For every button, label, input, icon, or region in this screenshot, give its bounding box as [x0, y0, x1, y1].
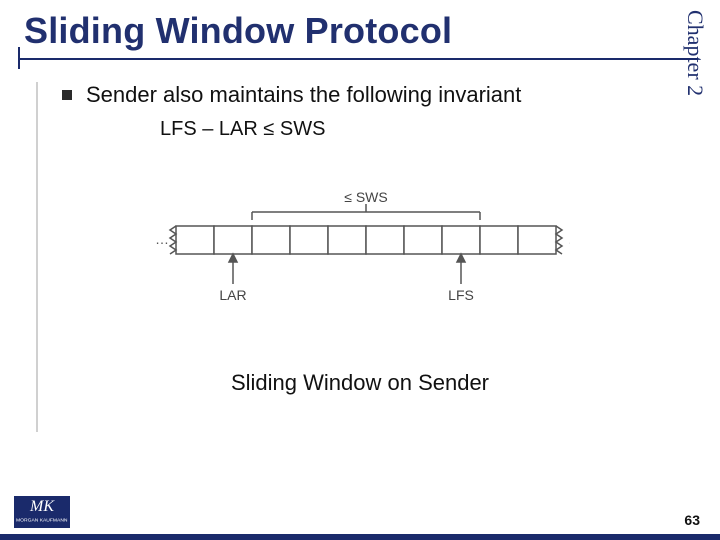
slide-title: Sliding Window Protocol [24, 10, 452, 52]
square-bullet-icon [62, 90, 72, 100]
title-rule [18, 58, 698, 60]
ellipsis-right: … [568, 231, 570, 247]
footer-bar [0, 534, 720, 540]
lfs-label: LFS [448, 287, 474, 303]
lar-label: LAR [219, 287, 246, 303]
publisher-logo: MK MORGAN KAUFMANN [14, 496, 70, 528]
sws-label: ≤ SWS [344, 190, 387, 205]
bullet-item: Sender also maintains the following inva… [62, 82, 660, 108]
ellipsis-left: … [155, 231, 169, 247]
bullet-text: Sender also maintains the following inva… [86, 82, 521, 108]
sliding-window-diagram: ≤ SWS … … [150, 190, 570, 330]
page-number: 63 [684, 512, 700, 528]
title-area: Sliding Window Protocol [24, 10, 452, 52]
chapter-label: Chapter 2 [682, 10, 708, 96]
invariant-text: LFS – LAR ≤ SWS [160, 118, 660, 141]
body: Sender also maintains the following inva… [62, 82, 660, 141]
logo-publisher: MORGAN KAUFMANN [16, 517, 67, 523]
diagram-caption: Sliding Window on Sender [0, 370, 720, 396]
slide: Chapter 2 Sliding Window Protocol Sender… [0, 0, 720, 540]
logo-mk: MK [30, 499, 54, 515]
